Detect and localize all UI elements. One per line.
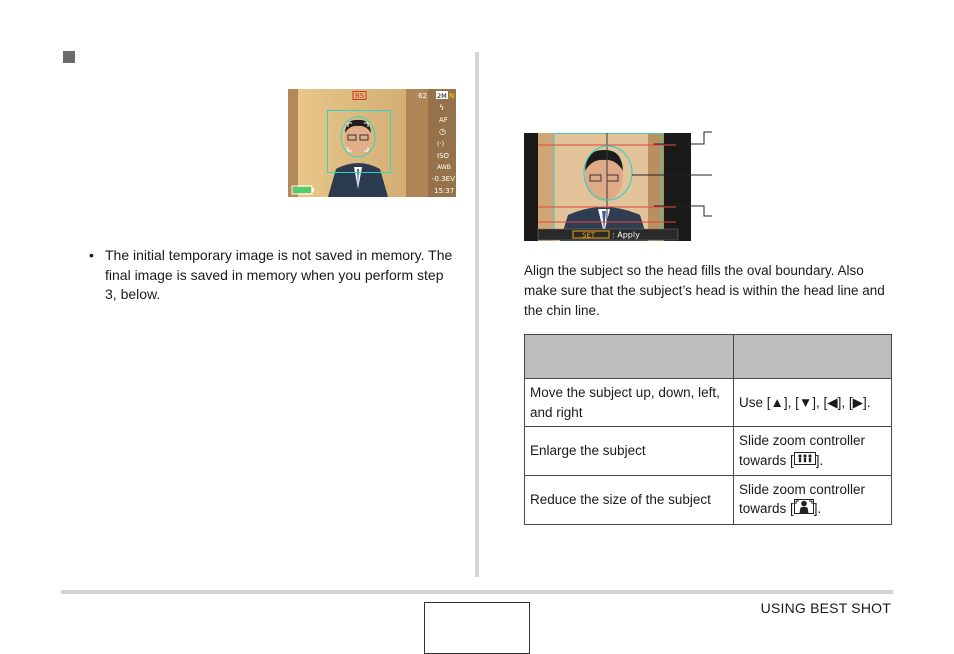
apply-label: : Apply (612, 231, 640, 240)
quality-label: N (449, 92, 454, 100)
section-marker (63, 51, 75, 63)
footer-rule (61, 590, 893, 594)
shots-left: 62 (418, 92, 427, 100)
control-text: ]. (815, 452, 824, 468)
table-row: Reduce the size of the subject Slide zoo… (524, 474, 892, 525)
table-row: Move the subject up, down, left, and rig… (524, 378, 892, 427)
page-number-box (424, 602, 530, 654)
zoom-wide-group-icon (793, 451, 816, 471)
table-cell-control: Slide zoom controller towards []. (733, 426, 892, 476)
timer-icon: ◷ (439, 127, 446, 136)
table-header-cell (733, 334, 892, 379)
table-header-cell (524, 334, 734, 379)
alignment-instructions: Align the subject so the head fills the … (524, 263, 885, 318)
note-item: The initial temporary image is not saved… (89, 246, 459, 305)
time-value: 15:37 (434, 187, 454, 195)
table-cell-control: Use [▲], [▼], [◀], [▶]. (733, 378, 892, 427)
size-label: 2M (437, 92, 447, 100)
control-text: ]. (813, 501, 822, 517)
operations-table: Move the subject up, down, left, and rig… (524, 334, 892, 525)
ev-value: -0.3EV (432, 175, 455, 183)
flash-icon: ϟ (439, 103, 444, 112)
stabilizer-icon: (·) (437, 140, 444, 148)
table-cell-action: Move the subject up, down, left, and rig… (524, 378, 734, 427)
iso-icon: ISO (437, 152, 450, 160)
mode-badge: BS (355, 92, 365, 100)
set-key-label: SET (582, 232, 596, 240)
table-cell-action: Reduce the size of the subject (524, 474, 734, 525)
column-divider (475, 52, 479, 577)
callout-lines (632, 131, 712, 217)
af-icon: AF (439, 116, 448, 124)
camera-screen-image: BS 62 2M N ϟ AF ◷ (·) ISO AWB -0.3EV 15:… (288, 89, 456, 197)
table-cell-action: Enlarge the subject (524, 426, 734, 476)
note-list: The initial temporary image is not saved… (89, 246, 459, 305)
table-row: Enlarge the subject Slide zoom controlle… (524, 426, 892, 476)
zoom-tele-single-icon (793, 499, 814, 520)
section-label: USING BEST SHOT (760, 600, 891, 616)
table-cell-control: Slide zoom controller towards []. (733, 474, 892, 525)
awb-icon: AWB (437, 164, 451, 171)
